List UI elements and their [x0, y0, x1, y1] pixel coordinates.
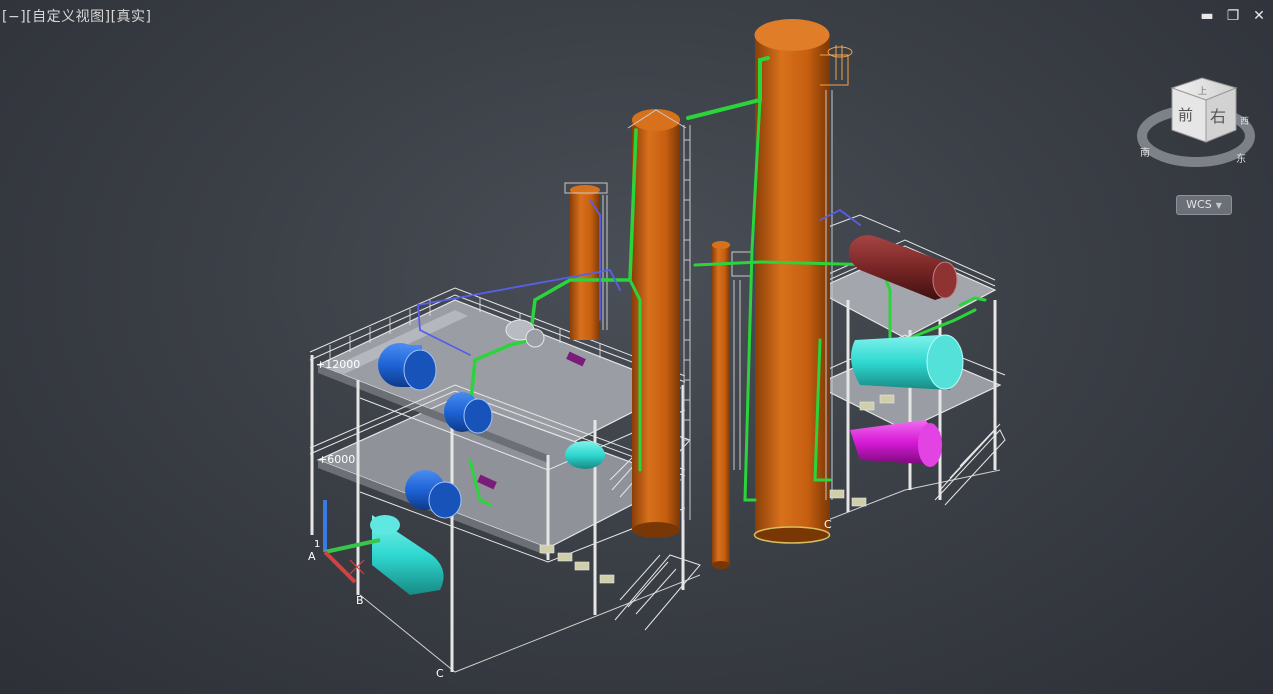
compass-label-east: 东: [1236, 152, 1246, 165]
wcs-label: WCS: [1186, 198, 1212, 211]
chevron-down-icon: ▼: [1215, 201, 1222, 210]
grid-label-c-right: C: [824, 518, 832, 531]
level-label-lower: +6000: [318, 453, 355, 466]
compass-label-west: 西: [1240, 116, 1249, 127]
vessel-cyan-lower: [370, 515, 444, 595]
viewcube-label-top: 上: [1198, 86, 1207, 97]
vessel-cyan-right: [851, 334, 964, 390]
model-viewport[interactable]: +12000 +6000 B C C A 1 上 前 右 南 东 西: [0, 0, 1273, 694]
level-label-upper: +12000: [316, 358, 360, 371]
viewcube-label-right: 右: [1210, 107, 1226, 126]
grid-label-b: B: [356, 594, 364, 607]
vessel-magenta: [850, 420, 942, 467]
column-slim: [712, 241, 753, 569]
wcs-menu-button[interactable]: WCS ▼: [1176, 195, 1232, 215]
column-middle: [627, 109, 691, 538]
ucs-label-1: 1: [314, 539, 320, 550]
vessel-cyan-small: [565, 441, 605, 469]
ucs-icon: A 1: [308, 500, 381, 584]
grid-label-c-bottom: C: [436, 667, 444, 680]
viewcube-label-front: 前: [1178, 106, 1193, 124]
viewcube[interactable]: 上 前 右 南 东 西: [1137, 77, 1255, 167]
ucs-label-a: A: [308, 550, 316, 563]
compass-label-south: 南: [1140, 146, 1150, 159]
